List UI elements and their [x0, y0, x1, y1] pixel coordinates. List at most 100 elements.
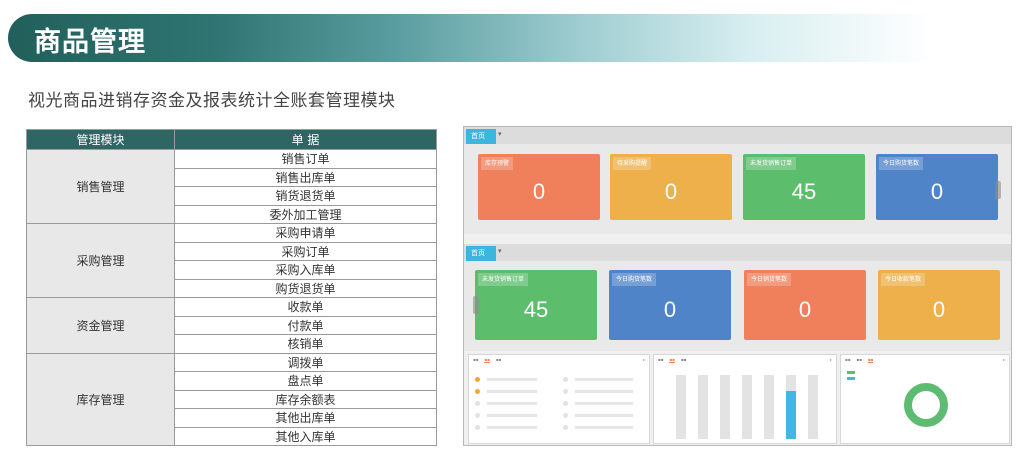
- stat-card-label: 今日购货笔数: [612, 273, 657, 286]
- document-cell: 采购申请单: [174, 223, 437, 243]
- document-cell: 库存余额表: [174, 389, 437, 409]
- rank-dot-icon: [563, 425, 568, 430]
- stat-card[interactable]: 今日销货笔数 0: [744, 270, 866, 340]
- list-item: [475, 401, 555, 406]
- module-cell-purchase: 采购管理: [26, 223, 175, 298]
- tab-dropdown-icon[interactable]: ▾: [498, 247, 502, 255]
- stat-card[interactable]: 未发货销售订单 45: [743, 154, 865, 220]
- bar: [698, 375, 708, 439]
- stat-card[interactable]: 未发货销售订单 45: [475, 270, 597, 340]
- stat-card-label: 今日收款笔数: [881, 273, 926, 286]
- column-header-module: 管理模块: [26, 129, 175, 150]
- list-item: [475, 377, 555, 382]
- scroll-right-handle[interactable]: [995, 181, 1001, 199]
- rank-dot-icon: [563, 389, 568, 394]
- list-item: [563, 389, 643, 394]
- stat-card-value: 0: [664, 179, 678, 204]
- mini-tab[interactable]: ▪▪: [681, 357, 686, 363]
- header-banner: 商品管理: [8, 14, 933, 62]
- scroll-left-handle[interactable]: [473, 296, 479, 314]
- more-icon[interactable]: ▸: [1003, 357, 1005, 362]
- rank-bar: [575, 414, 633, 417]
- rank-bar: [575, 378, 633, 381]
- rank-dot-icon: [563, 401, 568, 406]
- legend-swatch: [847, 371, 855, 374]
- stat-card[interactable]: 今日收款笔数 0: [878, 270, 1000, 340]
- stat-card-value: 0: [798, 297, 812, 322]
- mini-tabs: ▪▪ ▪▪ ▪▪: [658, 357, 686, 363]
- document-cell: 其他入库单: [174, 426, 437, 446]
- table-row: 销售管理 销售订单: [26, 149, 437, 224]
- table-row: 采购管理 采购申请单: [26, 223, 437, 298]
- stat-card-value: 0: [663, 297, 677, 322]
- list-item: [563, 401, 643, 406]
- stat-card-label: 今日购货笔数: [879, 157, 924, 170]
- tab-home[interactable]: 首页: [466, 129, 496, 144]
- stat-card-value: 0: [930, 179, 944, 204]
- stat-card[interactable]: 今日购货笔数 0: [876, 154, 998, 220]
- stat-card[interactable]: 库存预警 0: [478, 154, 600, 220]
- bar: [742, 375, 752, 439]
- module-cell-funds: 资金管理: [26, 297, 175, 354]
- mini-tab[interactable]: ▪▪: [856, 357, 861, 363]
- bar: [808, 375, 818, 439]
- stat-card-value: 0: [932, 297, 946, 322]
- rank-medal-icon: [475, 389, 480, 394]
- document-cell: 销售出库单: [174, 167, 437, 187]
- tab-bar-middle: 首页 ▾: [464, 244, 1011, 261]
- cards-area-top: 库存预警 0 待采购提醒 0 未发货销售订单 45 今日购货笔数 0: [464, 144, 1011, 234]
- bar-highlight: [786, 391, 796, 439]
- rank-dot-icon: [563, 377, 568, 382]
- stat-card-label: 未发货销售订单: [478, 273, 529, 286]
- mini-bar-chart-panel: ▪▪ ▪▪ ▪▪ ▸: [653, 354, 837, 444]
- document-cell: 采购入库单: [174, 260, 437, 280]
- list-item: [563, 377, 643, 382]
- rank-bar: [487, 402, 537, 405]
- mini-tab[interactable]: ▪▪: [845, 357, 850, 363]
- stat-card-value: 45: [791, 179, 817, 204]
- donut-chart: [904, 383, 948, 427]
- tab-dropdown-icon[interactable]: ▾: [498, 130, 502, 138]
- document-cell: 付款单: [174, 315, 437, 335]
- rank-bar: [575, 402, 633, 405]
- rank-bar: [487, 390, 537, 393]
- stat-card-label: 待采购提醒: [613, 157, 652, 170]
- stat-card-value: 0: [532, 179, 546, 204]
- document-cell: 其他出库单: [174, 408, 437, 428]
- tab-bar-top: 首页 ▾: [464, 127, 1011, 144]
- mini-tab-active[interactable]: ▪▪: [484, 357, 490, 363]
- tab-home[interactable]: 首页: [466, 246, 496, 261]
- stat-card-label: 库存预警: [481, 157, 514, 170]
- mini-donut-panel: ▪▪ ▪▪ ▪▪ ▸: [840, 354, 1010, 444]
- mini-tab[interactable]: ▪▪: [473, 357, 478, 363]
- rank-dot-icon: [475, 413, 480, 418]
- legend-swatch: [847, 377, 855, 380]
- rank-bar: [575, 426, 633, 429]
- rank-bar: [487, 378, 537, 381]
- document-cell: 销售订单: [174, 149, 437, 169]
- stat-card[interactable]: 今日购货笔数 0: [609, 270, 731, 340]
- stat-card-value: 45: [523, 297, 549, 322]
- stat-card-label: 今日销货笔数: [747, 273, 792, 286]
- list-item: [475, 413, 555, 418]
- mini-tab-active[interactable]: ▪▪: [867, 357, 874, 363]
- mini-tab[interactable]: ▪▪: [658, 357, 663, 363]
- more-icon[interactable]: ▸: [643, 357, 645, 362]
- document-cell: 采购订单: [174, 241, 437, 261]
- document-cell: 调拨单: [174, 352, 437, 372]
- bar: [764, 375, 774, 439]
- rank-bar: [487, 414, 537, 417]
- page-title: 商品管理: [34, 27, 146, 58]
- mini-tab-active[interactable]: ▪▪: [669, 357, 675, 363]
- bar: [720, 375, 730, 439]
- page-subtitle: 视光商品进销存资金及报表统计全账套管理模块: [28, 91, 396, 111]
- document-cell: 收款单: [174, 297, 437, 317]
- mini-tab[interactable]: ▪▪: [496, 357, 501, 363]
- document-cell: 销货退货单: [174, 186, 437, 206]
- stat-card[interactable]: 待采购提醒 0: [610, 154, 732, 220]
- bar: [676, 375, 686, 439]
- rank-dot-icon: [475, 401, 480, 406]
- rank-dot-icon: [475, 425, 480, 430]
- document-cell: 盘点单: [174, 371, 437, 391]
- more-icon[interactable]: ▸: [830, 357, 832, 362]
